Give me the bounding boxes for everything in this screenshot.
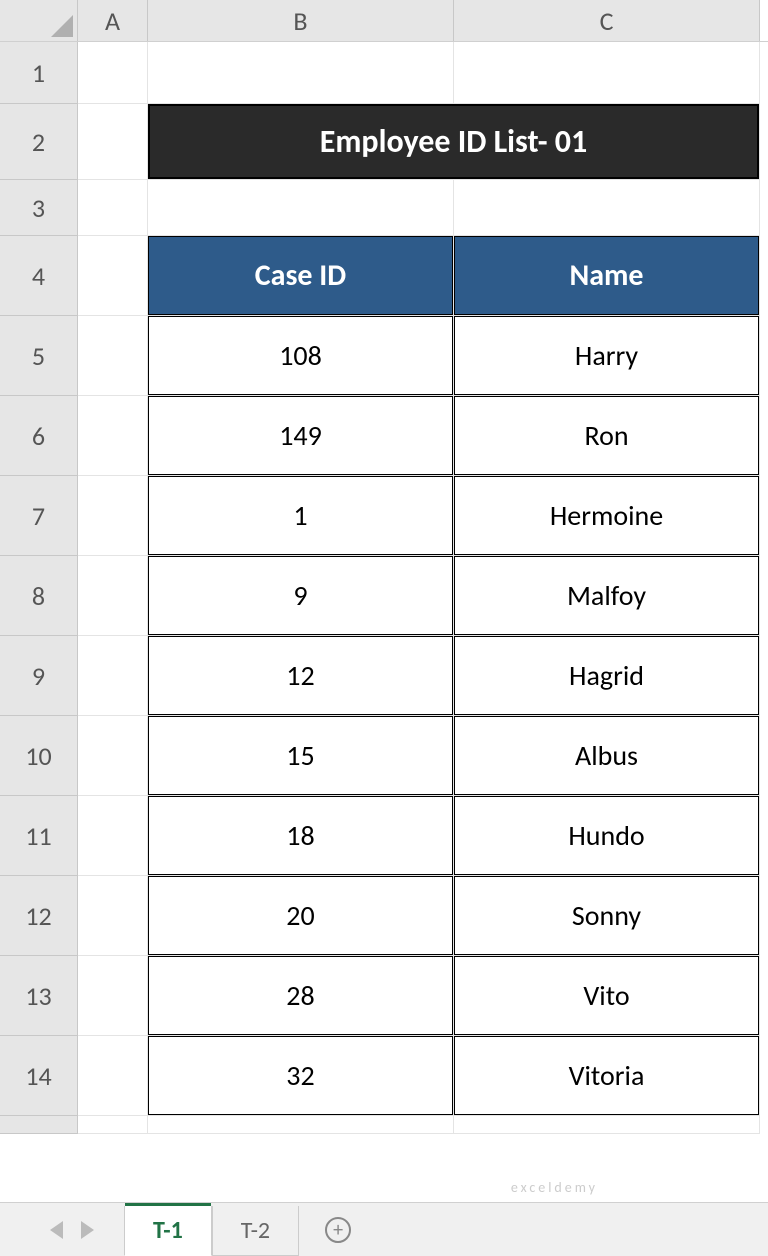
table-row: 149	[148, 396, 453, 475]
row-header-12[interactable]: 12	[0, 876, 78, 956]
next-sheet-icon[interactable]	[81, 1221, 94, 1239]
cell-header-name[interactable]: Name	[454, 236, 760, 316]
cell-A4[interactable]	[78, 236, 148, 316]
row-header-11[interactable]: 11	[0, 796, 78, 876]
table-row: 12	[148, 636, 453, 715]
cell-title[interactable]: Employee ID List- 01	[148, 104, 760, 180]
cell-B13[interactable]: 28	[148, 956, 454, 1036]
cell-C1[interactable]	[454, 42, 760, 104]
cell-B8[interactable]: 9	[148, 556, 454, 636]
cell-header-caseid[interactable]: Case ID	[148, 236, 454, 316]
table-row: 18	[148, 796, 453, 875]
table-row: Albus	[454, 716, 759, 795]
table-row: Ron	[454, 396, 759, 475]
cell-C3[interactable]	[454, 180, 760, 236]
cell-B6[interactable]: 149	[148, 396, 454, 476]
row-headers-col: 1 2 3 4 5 6 7 8 9 10 11 12 13 14	[0, 42, 78, 1202]
cell-B12[interactable]: 20	[148, 876, 454, 956]
row-header-15[interactable]	[0, 1116, 78, 1134]
cell-A1[interactable]	[78, 42, 148, 104]
header-caseid-label: Case ID	[148, 236, 453, 315]
row-header-2[interactable]: 2	[0, 104, 78, 180]
table-row: 15	[148, 716, 453, 795]
row-header-14[interactable]: 14	[0, 1036, 78, 1116]
cell-C7[interactable]: Hermoine	[454, 476, 760, 556]
cell-C13[interactable]: Vito	[454, 956, 760, 1036]
cell-C6[interactable]: Ron	[454, 396, 760, 476]
row-header-13[interactable]: 13	[0, 956, 78, 1036]
row-header-4[interactable]: 4	[0, 236, 78, 316]
cell-A12[interactable]	[78, 876, 148, 956]
row-header-3[interactable]: 3	[0, 180, 78, 236]
spreadsheet-area: A B C 1 2 3 4 5 6 7 8 9 10 11 12 13 14	[0, 0, 768, 1202]
cells-grid: Employee ID List- 01 Case ID Name 108 Ha…	[78, 42, 768, 1202]
row-header-10[interactable]: 10	[0, 716, 78, 796]
cell-C9[interactable]: Hagrid	[454, 636, 760, 716]
add-sheet-button[interactable]: +	[299, 1203, 377, 1256]
table-row: 9	[148, 556, 453, 635]
cell-A11[interactable]	[78, 796, 148, 876]
row-header-8[interactable]: 8	[0, 556, 78, 636]
table-row: Hundo	[454, 796, 759, 875]
cell-C15[interactable]	[454, 1116, 760, 1134]
title-label: Employee ID List- 01	[148, 104, 759, 179]
table-row: Hermoine	[454, 476, 759, 555]
table-row: Vitoria	[454, 1036, 759, 1115]
cell-A9[interactable]	[78, 636, 148, 716]
row-header-5[interactable]: 5	[0, 316, 78, 396]
table-row: 1	[148, 476, 453, 555]
row-header-7[interactable]: 7	[0, 476, 78, 556]
watermark: exceldemy	[511, 1179, 598, 1196]
plus-icon: +	[325, 1217, 351, 1243]
cell-A15[interactable]	[78, 1116, 148, 1134]
table-row: Sonny	[454, 876, 759, 955]
cell-C14[interactable]: Vitoria	[454, 1036, 760, 1116]
table-row: Harry	[454, 316, 759, 395]
cell-A3[interactable]	[78, 180, 148, 236]
cell-B10[interactable]: 15	[148, 716, 454, 796]
sheet-tab-bar: T-1 T-2 +	[0, 1202, 768, 1256]
sheet-tab-t1[interactable]: T-1	[124, 1206, 212, 1256]
cell-B5[interactable]: 108	[148, 316, 454, 396]
cell-B11[interactable]: 18	[148, 796, 454, 876]
table-row: Hagrid	[454, 636, 759, 715]
table-row: 32	[148, 1036, 453, 1115]
table-row: 20	[148, 876, 453, 955]
header-name-label: Name	[454, 236, 759, 315]
cell-C8[interactable]: Malfoy	[454, 556, 760, 636]
cell-A14[interactable]	[78, 1036, 148, 1116]
cell-A6[interactable]	[78, 396, 148, 476]
cell-B14[interactable]: 32	[148, 1036, 454, 1116]
select-all-corner[interactable]	[0, 0, 78, 41]
col-header-B[interactable]: B	[148, 0, 454, 41]
cell-B9[interactable]: 12	[148, 636, 454, 716]
col-header-A[interactable]: A	[78, 0, 148, 41]
row-header-1[interactable]: 1	[0, 42, 78, 104]
table-row: 108	[148, 316, 453, 395]
cell-A10[interactable]	[78, 716, 148, 796]
cell-A8[interactable]	[78, 556, 148, 636]
cell-A7[interactable]	[78, 476, 148, 556]
table-row: Vito	[454, 956, 759, 1035]
column-headers-row: A B C	[0, 0, 768, 42]
cell-C12[interactable]: Sonny	[454, 876, 760, 956]
cell-B1[interactable]	[148, 42, 454, 104]
row-header-6[interactable]: 6	[0, 396, 78, 476]
table-row: 28	[148, 956, 453, 1035]
cell-C11[interactable]: Hundo	[454, 796, 760, 876]
prev-sheet-icon[interactable]	[50, 1221, 63, 1239]
cell-B15[interactable]	[148, 1116, 454, 1134]
row-header-9[interactable]: 9	[0, 636, 78, 716]
col-header-C[interactable]: C	[454, 0, 760, 41]
cell-B7[interactable]: 1	[148, 476, 454, 556]
cell-C5[interactable]: Harry	[454, 316, 760, 396]
cell-A5[interactable]	[78, 316, 148, 396]
sheet-tab-t2[interactable]: T-2	[212, 1206, 299, 1256]
cell-B3[interactable]	[148, 180, 454, 236]
cell-A2[interactable]	[78, 104, 148, 180]
cell-A13[interactable]	[78, 956, 148, 1036]
table-row: Malfoy	[454, 556, 759, 635]
cell-C10[interactable]: Albus	[454, 716, 760, 796]
